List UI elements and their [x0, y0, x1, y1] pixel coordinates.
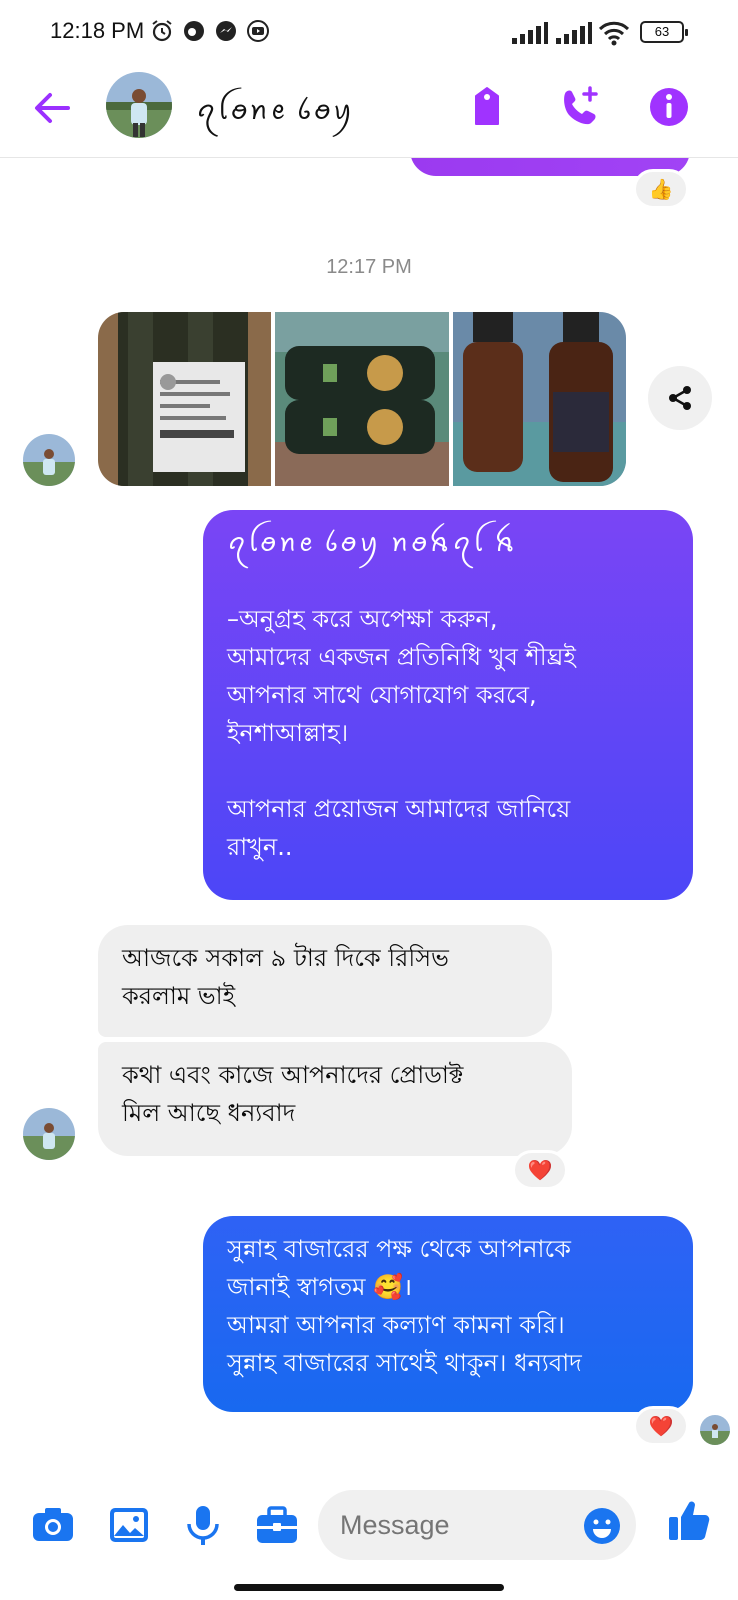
- message-line: আজকে সকাল ৯ টার দিকে রিসিভ: [122, 944, 449, 972]
- photo-honey-bottles[interactable]: [452, 312, 626, 486]
- heart-reaction[interactable]: ❤️: [512, 1150, 568, 1190]
- home-indicator: [234, 1584, 504, 1591]
- incoming-message[interactable]: আজকে সকাল ৯ টার দিকে রিসিভ করলাম ভাই: [98, 925, 552, 1037]
- share-icon: [669, 386, 691, 410]
- app-notification-icon: [184, 21, 204, 41]
- message-line: সুন্নাহ বাজারের সাথেই থাকুন। ধন্যবাদ: [227, 1349, 582, 1377]
- message-line: কথা এবং কাজে আপনাদের প্রোডাক্ট: [122, 1061, 464, 1089]
- wifi-icon: [598, 21, 630, 46]
- signal-icon: [556, 22, 592, 44]
- gallery-icon[interactable]: [104, 1500, 154, 1550]
- camera-icon[interactable]: [28, 1500, 78, 1550]
- message-line: করলাম ভাই: [122, 982, 236, 1010]
- message-line: আমাদের একজন প্রতিনিধি খুব শীঘ্রই: [227, 643, 576, 671]
- message-spacer: ​: [227, 752, 669, 790]
- messenger-icon: [216, 21, 236, 41]
- youtube-icon: [247, 20, 269, 42]
- message-line: –অনুগ্রহ করে অপেক্ষা করুন,: [227, 605, 498, 633]
- signal-icon: [512, 22, 548, 44]
- add-call-icon[interactable]: [554, 82, 604, 132]
- tag-icon[interactable]: [462, 82, 512, 132]
- message-line: মিল আছে ধন্যবাদ: [122, 1099, 296, 1127]
- incoming-message[interactable]: কথা এবং কাজে আপনাদের প্রোডাক্ট মিল আছে ধ…: [98, 1042, 572, 1156]
- contact-avatar-small[interactable]: [23, 1108, 75, 1160]
- message-line: জানাই স্বাগতম 🥰।: [227, 1273, 413, 1301]
- contact-avatar[interactable]: [106, 72, 172, 138]
- briefcase-icon[interactable]: [252, 1500, 302, 1550]
- chat-header: ꪖꪶꪮꪀꫀ ꪉꪮꪗ: [0, 64, 738, 158]
- battery-indicator: 63: [640, 21, 688, 43]
- microphone-icon[interactable]: [178, 1500, 228, 1550]
- status-time: 12:18 PM: [50, 18, 145, 43]
- alarm-icon: [152, 20, 172, 42]
- emoji-icon[interactable]: [582, 1506, 622, 1546]
- photo-bottles-boxes[interactable]: [275, 312, 449, 486]
- share-button[interactable]: [648, 366, 712, 430]
- outgoing-message[interactable]: ꪖꪶꪮꪀꫀ ꪉꪮꪗ ꪀꪮꫝꪖꪶ ꫝ আপনার প্রয়োজন আমাদের …: [203, 510, 693, 900]
- contact-avatar-small[interactable]: [23, 434, 75, 486]
- photo-attachments: [98, 312, 626, 486]
- info-icon[interactable]: [644, 82, 694, 132]
- message-line: আপনার সাথে যোগাযোগ করবে,: [227, 681, 537, 709]
- seen-avatar: [700, 1415, 730, 1445]
- contact-name[interactable]: ꪖꪶꪮꪀꫀ ꪉꪮꪗ: [196, 86, 355, 140]
- message-spacer: ​: [227, 562, 669, 600]
- heart-reaction[interactable]: ❤️: [633, 1406, 689, 1446]
- thumbs-up-icon[interactable]: [664, 1496, 714, 1546]
- thumbs-up-reaction[interactable]: 👍: [633, 169, 689, 209]
- message-line: ইনশাআল্লাহ।: [227, 719, 349, 747]
- message-line: সুন্নাহ বাজারের পক্ষ থেকে আপনাকে: [227, 1235, 571, 1263]
- message-line: আমরা আপনার কল্যাণ কামনা করি।: [227, 1311, 565, 1339]
- message-composer: [0, 1476, 738, 1576]
- outgoing-message[interactable]: সুন্নাহ বাজারের পক্ষ থেকে আপনাকে জানাই স…: [203, 1216, 693, 1412]
- message-title: ꪖꪶꪮꪀꫀ ꪉꪮꪗ ꪀꪮꫝꪖꪶ ꫝ: [227, 528, 518, 557]
- message-line: রাখুন..: [227, 833, 293, 861]
- back-arrow-icon[interactable]: [30, 86, 74, 130]
- status-bar: 12:18 PM 63: [0, 0, 738, 64]
- message-line: আপনার প্রয়োজন আমাদের জানিয়ে: [227, 795, 571, 823]
- photo-package[interactable]: [98, 312, 272, 486]
- timestamp: 12:17 PM: [326, 256, 412, 278]
